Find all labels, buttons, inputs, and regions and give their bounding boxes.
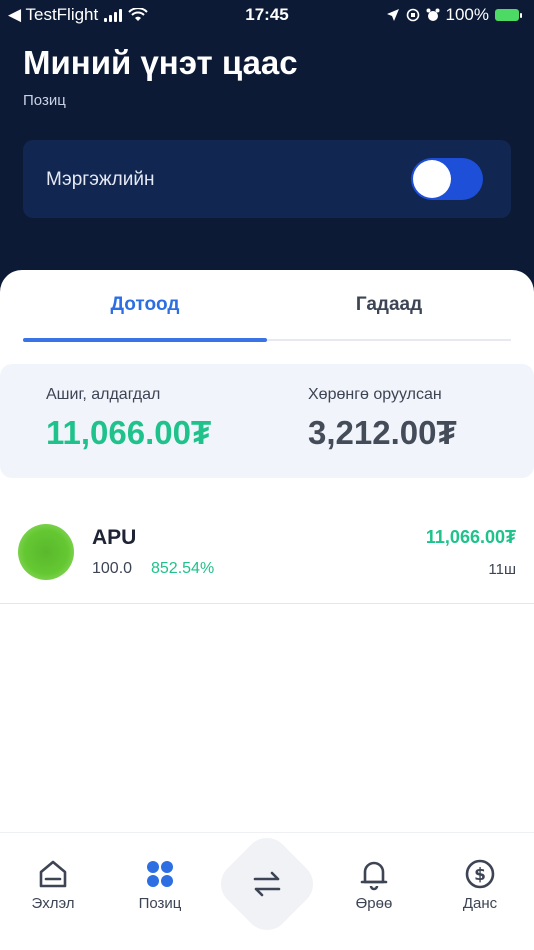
pro-mode-label: Мэргэжлийн	[46, 169, 155, 190]
nav-label-home: Эхлэл	[31, 895, 75, 912]
dollar-circle-icon: $	[465, 859, 495, 889]
tab-domestic[interactable]: Дотоод	[23, 270, 267, 340]
invested-caption: Хөрөнгө оруулсан	[308, 386, 442, 403]
apu-logo-icon	[18, 524, 74, 580]
nav-item-account[interactable]: $ Данс	[440, 857, 520, 927]
active-tab-indicator	[23, 338, 267, 342]
battery-percentage: 100%	[445, 5, 489, 24]
pro-mode-toggle[interactable]	[411, 158, 483, 200]
trade-button[interactable]	[211, 828, 323, 940]
status-bar: ◀ TestFlight 17:45 100%	[0, 0, 534, 30]
alarm-clock-icon	[426, 8, 440, 21]
portfolio-summary-card: Ашиг, алдагдал 11,066.00₮ Хөрөнгө оруулс…	[0, 364, 534, 478]
nav-label-room: Өрөө	[355, 895, 393, 912]
asset-change-percent: 852.54%	[151, 560, 215, 577]
swap-arrows-icon	[253, 871, 281, 897]
bell-icon	[360, 861, 388, 891]
header-area: ◀ TestFlight 17:45 100% Миний үнэт цаас …	[0, 0, 534, 300]
location-arrow-icon	[386, 9, 399, 21]
nav-item-home[interactable]: Эхлэл	[13, 857, 93, 927]
bottom-navigation: Эхлэл Позиц Өрөө $ Данс	[0, 828, 534, 950]
grid-dots-icon	[147, 861, 173, 887]
screen-rotation-lock-icon	[406, 8, 419, 22]
asset-value: 11,066.00₮	[425, 527, 516, 547]
svg-text:$: $	[474, 865, 486, 885]
asset-symbol: APU	[92, 526, 137, 549]
asset-share-count: 11ш	[488, 561, 516, 578]
toggle-knob	[413, 160, 451, 198]
invested-value: 3,212.00₮	[308, 414, 457, 451]
market-tabs: Дотоод Гадаад	[23, 270, 511, 342]
profit-loss-block: Ашиг, алдагдал 11,066.00₮	[46, 386, 211, 452]
invested-block: Хөрөнгө оруулсан 3,212.00₮	[308, 386, 457, 452]
nav-item-positions[interactable]: Позиц	[120, 857, 200, 927]
battery-icon	[495, 9, 522, 21]
profit-loss-value: 11,066.00₮	[46, 414, 212, 451]
nav-label-positions: Позиц	[138, 895, 182, 912]
list-item[interactable]: APU 100.0 852.54% 11,066.00₮ 11ш	[0, 508, 534, 604]
home-icon	[39, 860, 67, 888]
nav-item-room[interactable]: Өрөө	[334, 857, 414, 927]
profit-loss-caption: Ашиг, алдагдал	[46, 386, 161, 403]
page-subtitle: Позиц	[23, 92, 66, 109]
nav-label-account: Данс	[462, 895, 498, 912]
tab-foreign[interactable]: Гадаад	[267, 270, 511, 340]
pro-mode-card: Мэргэжлийн	[23, 140, 511, 218]
page-title: Миний үнэт цаас	[23, 44, 298, 81]
asset-price: 100.0	[92, 560, 133, 577]
